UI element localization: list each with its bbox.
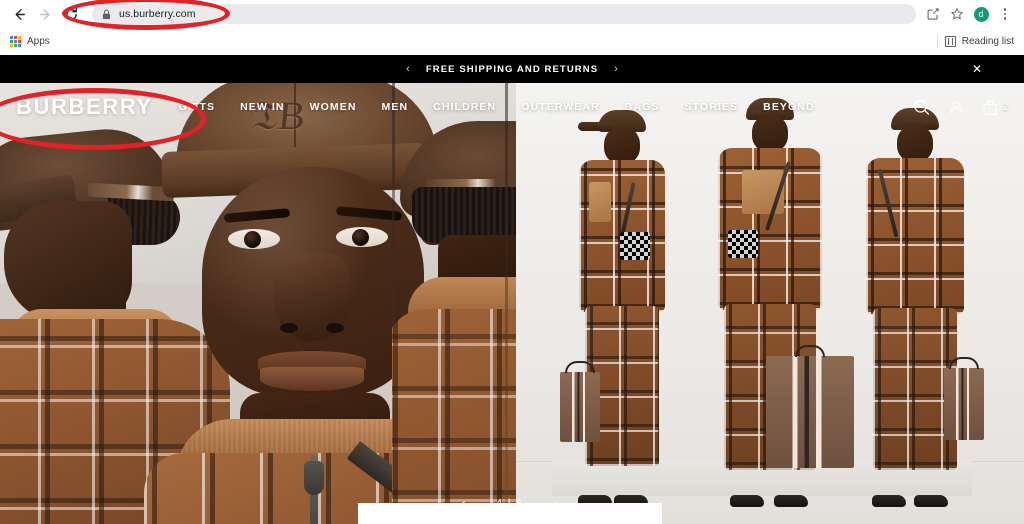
nav-item-outerwear[interactable]: OUTERWEAR bbox=[521, 101, 600, 113]
three-dot-menu-icon bbox=[1003, 8, 1007, 20]
page-viewport: ‹ FREE SHIPPING AND RETURNS › ✕ 𝔗B BURBE… bbox=[0, 55, 1024, 524]
nav-item-women[interactable]: WOMEN bbox=[310, 101, 357, 113]
mirror-reflection-right bbox=[392, 113, 516, 524]
divider bbox=[936, 34, 938, 48]
nav-item-men[interactable]: MEN bbox=[382, 101, 409, 113]
nav-item-bags[interactable]: BAGS bbox=[625, 101, 660, 113]
main-nav: GIFTS NEW IN WOMEN MEN CHILDREN OUTERWEA… bbox=[179, 101, 913, 113]
toolbar-icons: d bbox=[922, 3, 1016, 25]
share-button[interactable] bbox=[922, 3, 944, 25]
promo-next-button[interactable]: › bbox=[614, 63, 618, 75]
nav-item-beyond[interactable]: BEYOND bbox=[763, 101, 815, 113]
model-figure-right bbox=[852, 106, 984, 507]
browser-toolbar: us.burberry.com d bbox=[0, 0, 1024, 28]
search-icon bbox=[914, 99, 930, 115]
bookmark-apps[interactable]: Apps bbox=[10, 35, 50, 47]
promo-banner: ‹ FREE SHIPPING AND RETURNS › ✕ bbox=[0, 55, 1024, 83]
account-button[interactable] bbox=[948, 99, 965, 116]
reading-list-button[interactable]: Reading list bbox=[944, 35, 1014, 47]
promo-banner-text: FREE SHIPPING AND RETURNS bbox=[425, 63, 599, 75]
reading-list-icon bbox=[944, 35, 956, 47]
reload-icon bbox=[65, 7, 77, 20]
shopping-bag-button[interactable]: 2 bbox=[982, 99, 1008, 116]
header-icons: 2 bbox=[912, 98, 1008, 117]
reading-list-label: Reading list bbox=[961, 35, 1014, 47]
hero-image-lineup bbox=[516, 83, 1024, 524]
back-arrow-icon bbox=[15, 8, 25, 20]
reload-button[interactable] bbox=[60, 3, 82, 25]
promo-banner-inner: ‹ FREE SHIPPING AND RETURNS › bbox=[406, 63, 618, 75]
url-text: us.burberry.com bbox=[119, 8, 196, 20]
promo-card: THE NEW CHECK COLLECTION WOMEN MEN bbox=[358, 503, 662, 524]
nav-item-gifts[interactable]: GIFTS bbox=[179, 101, 215, 113]
burberry-logo[interactable]: BURBERRY bbox=[16, 94, 153, 120]
star-icon bbox=[951, 8, 963, 20]
promo-prev-button[interactable]: ‹ bbox=[406, 63, 410, 75]
bookmark-button[interactable] bbox=[946, 3, 968, 25]
account-icon bbox=[950, 100, 963, 114]
bookmark-apps-label: Apps bbox=[27, 35, 50, 47]
promo-close-button[interactable]: ✕ bbox=[972, 63, 982, 75]
apps-grid-icon bbox=[10, 35, 21, 47]
nav-item-children[interactable]: CHILDREN bbox=[433, 101, 496, 113]
nav-item-new-in[interactable]: NEW IN bbox=[240, 101, 285, 113]
model-figure-left bbox=[560, 108, 682, 507]
profile-button[interactable]: d bbox=[970, 3, 992, 25]
bag-count-badge: 2 bbox=[1002, 101, 1008, 113]
chrome-menu-button[interactable] bbox=[994, 3, 1016, 25]
lock-icon bbox=[102, 9, 111, 19]
hero-image-portrait: 𝔗B bbox=[0, 83, 516, 524]
search-button[interactable] bbox=[912, 98, 931, 117]
address-bar[interactable]: us.burberry.com bbox=[92, 4, 916, 24]
browser-window: us.burberry.com d Apps Reading list ‹ FR… bbox=[0, 0, 1024, 524]
forward-button[interactable] bbox=[34, 3, 56, 25]
site-header: BURBERRY GIFTS NEW IN WOMEN MEN CHILDREN… bbox=[0, 83, 1024, 131]
shopping-bag-icon bbox=[984, 99, 997, 115]
share-icon bbox=[927, 8, 939, 20]
nav-item-stories[interactable]: STORIES bbox=[685, 101, 739, 113]
avatar: d bbox=[973, 6, 989, 22]
bookmarks-bar-right: Reading list bbox=[936, 34, 1014, 48]
hero-carousel[interactable]: 𝔗B bbox=[0, 83, 1024, 524]
model-figure-center bbox=[704, 98, 854, 507]
back-button[interactable] bbox=[8, 3, 30, 25]
bookmarks-bar: Apps Reading list bbox=[0, 28, 1024, 54]
forward-arrow-icon bbox=[39, 8, 49, 20]
